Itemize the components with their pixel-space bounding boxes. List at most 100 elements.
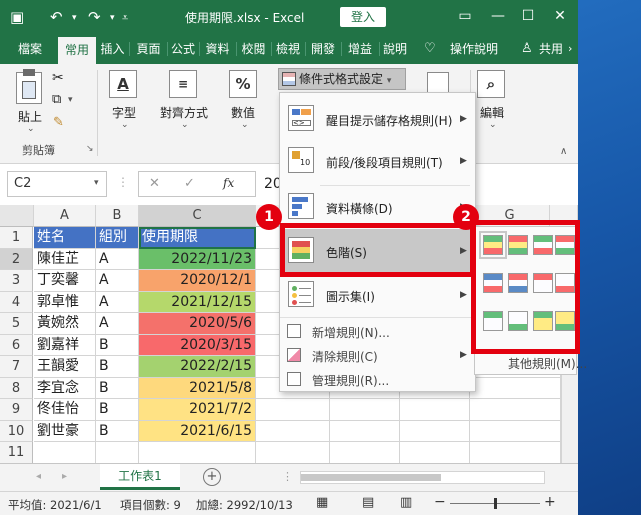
data-cell[interactable]: 2020/5/6 <box>139 313 256 335</box>
menu-item-top-bottom-rules[interactable]: 10 前段/後段項目規則(T) ▶ <box>280 141 475 181</box>
column-header[interactable]: C <box>139 205 256 227</box>
data-cell[interactable]: B <box>96 356 139 378</box>
row-header[interactable]: 6 <box>0 334 33 356</box>
header-cell[interactable]: 姓名 <box>34 227 96 249</box>
data-cell[interactable]: 李宜念 <box>34 377 96 399</box>
empty-cell[interactable] <box>470 420 561 442</box>
data-cell[interactable]: B <box>96 377 139 399</box>
empty-cell[interactable] <box>400 442 470 464</box>
font-dropdown-icon[interactable]: ⌄ <box>121 120 129 130</box>
data-cell[interactable]: A <box>96 270 139 292</box>
horizontal-scrollbar[interactable] <box>300 471 545 484</box>
row-header[interactable]: 9 <box>0 399 33 421</box>
editing-label[interactable]: 編輯 <box>472 104 512 121</box>
paste-icon[interactable] <box>16 69 42 104</box>
normal-view-icon[interactable]: ▦ <box>316 495 328 510</box>
zoom-slider-handle[interactable] <box>494 498 497 509</box>
number-format-icon[interactable]: % <box>229 70 257 98</box>
row-header[interactable]: 7 <box>0 356 33 378</box>
copy-icon[interactable]: ⧉ <box>52 92 61 107</box>
empty-cell[interactable] <box>330 420 400 442</box>
tell-me-search[interactable]: 操作說明 <box>446 34 502 64</box>
scroll-right-icon[interactable]: › <box>568 42 572 55</box>
name-box[interactable]: C2 <box>7 171 107 197</box>
tab-split-grip-icon[interactable]: ⋮ <box>282 470 293 483</box>
data-cell[interactable]: 丁奕馨 <box>34 270 96 292</box>
share-user-icon[interactable]: ♙ <box>521 41 533 56</box>
tab-review[interactable]: 校閱 <box>237 34 270 64</box>
font-label[interactable]: 字型 <box>104 104 144 121</box>
redo-dropdown-icon[interactable]: ▾ <box>110 13 115 23</box>
tab-addins[interactable]: 增益 <box>342 34 378 64</box>
data-cell[interactable]: 2020/12/1 <box>139 270 256 292</box>
empty-cell[interactable] <box>470 399 561 421</box>
empty-cell[interactable] <box>256 399 330 421</box>
data-cell[interactable]: 佟佳怡 <box>34 399 96 421</box>
row-header[interactable]: 3 <box>0 270 33 292</box>
customize-qat-icon[interactable]: ⩡ <box>122 11 128 25</box>
prev-sheet-icon[interactable]: ◂ <box>36 471 41 482</box>
number-label[interactable]: 數值 <box>223 104 263 121</box>
dialog-launcher-icon[interactable]: ↘ <box>86 144 94 154</box>
tab-view[interactable]: 檢視 <box>272 34 304 64</box>
name-box-dropdown-icon[interactable]: ▾ <box>94 178 99 188</box>
minimize-icon[interactable]: — <box>488 6 508 26</box>
data-cell[interactable]: 劉嘉祥 <box>34 334 96 356</box>
scrollbar-thumb[interactable] <box>301 474 441 481</box>
data-cell[interactable] <box>96 442 139 464</box>
menu-item-clear-rules[interactable]: 清除規則(C) ▶ <box>280 344 475 366</box>
header-cell[interactable]: 組別 <box>96 227 139 249</box>
data-cell[interactable]: 郭卓惟 <box>34 291 96 313</box>
data-cell[interactable]: 2022/11/23 <box>139 248 256 270</box>
data-cell[interactable] <box>139 442 256 464</box>
tab-home[interactable]: 常用 <box>58 37 96 64</box>
close-icon[interactable]: ✕ <box>550 6 570 26</box>
data-cell[interactable]: 2021/6/15 <box>139 420 256 442</box>
tab-data[interactable]: 資料 <box>200 34 235 64</box>
data-cell[interactable]: 2021/7/2 <box>139 399 256 421</box>
next-sheet-icon[interactable]: ▸ <box>62 471 67 482</box>
alignment-icon[interactable]: ≡ <box>169 70 197 98</box>
tab-developer[interactable]: 開發 <box>306 34 340 64</box>
data-cell[interactable]: 2021/5/8 <box>139 377 256 399</box>
empty-cell[interactable] <box>330 399 400 421</box>
tab-formulas[interactable]: 公式 <box>168 34 198 64</box>
alignment-label[interactable]: 對齊方式 <box>152 104 216 121</box>
tab-insert[interactable]: 插入 <box>97 34 128 64</box>
redo-icon[interactable]: ↷ <box>88 8 101 26</box>
menu-item-icon-sets[interactable]: 圖示集(I) ▶ <box>280 275 475 315</box>
more-rules-link[interactable]: 其他規則(M)... <box>508 355 587 372</box>
empty-cell[interactable] <box>400 420 470 442</box>
tab-file[interactable]: 檔案 <box>10 34 50 64</box>
insert-function-icon[interactable]: fx <box>223 176 234 190</box>
alignment-dropdown-icon[interactable]: ⌄ <box>181 120 189 130</box>
empty-cell[interactable] <box>470 442 561 464</box>
search-icon[interactable]: ⌕ <box>477 70 505 98</box>
row-header[interactable]: 2 <box>0 248 33 270</box>
maximize-icon[interactable]: ☐ <box>518 6 538 26</box>
undo-dropdown-icon[interactable]: ▾ <box>72 13 77 23</box>
copy-dropdown-icon[interactable]: ▾ <box>68 95 73 105</box>
sheet-tab[interactable]: 工作表1 <box>100 464 180 490</box>
zoom-in-icon[interactable]: + <box>544 494 556 510</box>
undo-icon[interactable]: ↶ <box>50 8 63 26</box>
font-icon[interactable]: A <box>109 70 137 98</box>
column-header[interactable]: B <box>96 205 139 227</box>
confirm-entry-icon[interactable]: ✓ <box>184 176 195 191</box>
format-painter-icon[interactable]: ✎ <box>53 115 64 130</box>
row-header[interactable]: 1 <box>0 227 33 249</box>
cut-icon[interactable]: ✂ <box>52 70 64 86</box>
data-cell[interactable]: B <box>96 399 139 421</box>
zoom-out-icon[interactable]: − <box>434 494 446 510</box>
empty-cell[interactable] <box>256 442 330 464</box>
data-cell[interactable]: B <box>96 420 139 442</box>
data-cell[interactable]: A <box>96 248 139 270</box>
share-button[interactable]: 共用 <box>536 34 566 64</box>
data-cell[interactable]: A <box>96 291 139 313</box>
data-cell[interactable]: 陳佳芷 <box>34 248 96 270</box>
data-cell[interactable]: A <box>96 313 139 335</box>
column-header[interactable]: A <box>34 205 96 227</box>
number-dropdown-icon[interactable]: ⌄ <box>241 120 249 130</box>
add-sheet-icon[interactable]: + <box>203 468 221 486</box>
sign-in-button[interactable]: 登入 <box>340 7 386 27</box>
